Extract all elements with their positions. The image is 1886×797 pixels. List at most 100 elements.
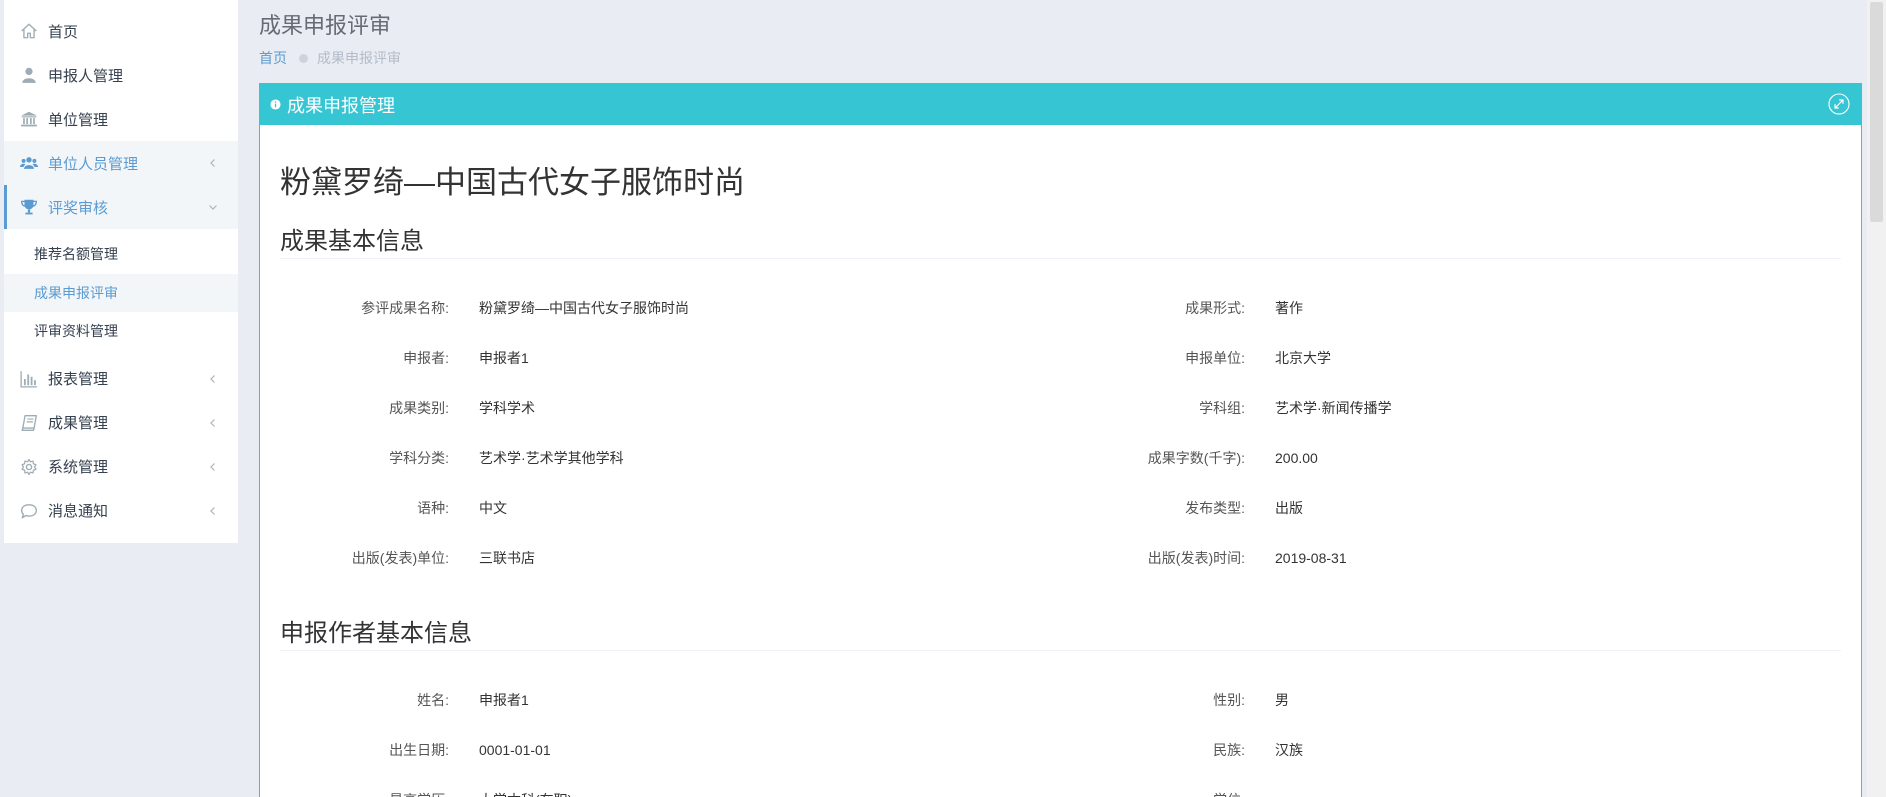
field-value: 200.00 xyxy=(1275,450,1318,466)
sidebar-subitem-achievement-review[interactable]: 成果申报评审 xyxy=(4,273,238,312)
sidebar-item-label: 单位管理 xyxy=(48,111,109,129)
book-icon xyxy=(20,414,38,432)
info-icon xyxy=(270,99,281,110)
sidebar-item-system[interactable]: 系统管理 xyxy=(4,445,238,489)
scrollbar-thumb[interactable] xyxy=(1870,2,1883,222)
info-row: 出生日期: 0001-01-01 民族: 汉族 xyxy=(260,725,1861,775)
chevron-left-icon xyxy=(208,374,218,384)
breadcrumb-current: 成果申报评审 xyxy=(317,50,401,66)
gear-icon xyxy=(20,458,38,476)
panel-body: 粉黛罗绮—中国古代女子服饰时尚 成果基本信息 参评成果名称: 粉黛罗绮—中国古代… xyxy=(260,125,1861,797)
sidebar-item-reports[interactable]: 报表管理 xyxy=(4,357,238,401)
field-value: 艺术学·艺术学其他学科 xyxy=(479,450,624,466)
field-label: 参评成果名称: xyxy=(361,300,449,316)
field-value: 学科学术 xyxy=(479,400,535,416)
bar-chart-icon xyxy=(20,370,38,388)
sidebar: 首页 申报人管理 单位管理 单位人员管理 评奖审核 推荐名额管理 成果申报评审 … xyxy=(4,0,238,543)
sidebar-item-applicant-management[interactable]: 申报人管理 xyxy=(4,53,238,97)
field-value: 男 xyxy=(1275,692,1289,708)
field-value: 汉族 xyxy=(1275,742,1303,758)
users-icon xyxy=(20,154,38,172)
basic-info-fields: 参评成果名称: 粉黛罗绮—中国古代女子服饰时尚 成果形式: 著作 申报者: 申报… xyxy=(260,283,1861,583)
field-label: 申报者: xyxy=(403,350,449,366)
sidebar-item-award-review[interactable]: 评奖审核 xyxy=(4,185,238,229)
field-value: 0001-01-01 xyxy=(479,742,551,758)
field-label: 学位: xyxy=(1045,775,1245,797)
sidebar-subitem-recommendation-quota[interactable]: 推荐名额管理 xyxy=(4,235,238,274)
info-row: 出版(发表)单位: 三联书店 出版(发表)时间: 2019-08-31 xyxy=(260,533,1861,583)
chevron-left-icon xyxy=(208,418,218,428)
info-row: 最高学历: 大学本科(在职) 学位: xyxy=(260,775,1861,797)
field-value: 北京大学 xyxy=(1275,350,1331,366)
field-label: 性别: xyxy=(1213,692,1245,708)
field-value: 申报者1 xyxy=(479,350,529,366)
chevron-left-icon xyxy=(208,158,218,168)
panel-title: 成果申报管理 xyxy=(287,95,395,116)
sidebar-item-unit-management[interactable]: 单位管理 xyxy=(4,97,238,141)
breadcrumb-home-link[interactable]: 首页 xyxy=(259,49,287,67)
user-icon xyxy=(20,66,38,84)
sidebar-item-label: 首页 xyxy=(48,23,79,41)
panel-header: 成果申报管理 xyxy=(260,84,1861,125)
sidebar-item-label: 报表管理 xyxy=(48,371,109,388)
sidebar-item-home[interactable]: 首页 xyxy=(4,9,238,53)
section-title-author-info: 申报作者基本信息 xyxy=(280,618,1841,651)
chevron-down-icon xyxy=(208,202,218,212)
sidebar-item-label: 申报人管理 xyxy=(48,67,124,85)
work-title: 粉黛罗绮—中国古代女子服饰时尚 xyxy=(280,165,745,200)
field-value: 大学本科(在职) xyxy=(479,775,572,797)
sidebar-subitem-label: 推荐名额管理 xyxy=(34,246,118,262)
breadcrumb: 首页 成果申报评审 xyxy=(259,49,401,67)
page-title: 成果申报评审 xyxy=(259,13,392,38)
award-review-submenu: 推荐名额管理 成果申报评审 评审资料管理 xyxy=(4,229,238,357)
sidebar-subitem-review-materials[interactable]: 评审资料管理 xyxy=(4,312,238,351)
sidebar-item-label: 成果管理 xyxy=(48,415,109,432)
achievement-panel: 成果申报管理 粉黛罗绮—中国古代女子服饰时尚 成果基本信息 参评成果名称: 粉黛… xyxy=(259,83,1862,797)
sidebar-item-unit-staff-management[interactable]: 单位人员管理 xyxy=(4,141,238,185)
sidebar-item-label: 评奖审核 xyxy=(48,199,109,217)
comment-icon xyxy=(20,502,38,520)
field-label: 发布类型: xyxy=(1185,500,1245,516)
field-label: 出生日期: xyxy=(389,742,449,758)
page-scrollbar[interactable] xyxy=(1867,0,1886,797)
field-value: 申报者1 xyxy=(479,692,529,708)
sidebar-subitem-label: 评审资料管理 xyxy=(34,323,118,339)
field-value: 出版 xyxy=(1275,500,1303,516)
info-row: 语种: 中文 发布类型: 出版 xyxy=(260,483,1861,533)
info-row: 成果类别: 学科学术 学科组: 艺术学·新闻传播学 xyxy=(260,383,1861,433)
trophy-icon xyxy=(20,198,38,216)
field-label: 学科组: xyxy=(1199,400,1245,416)
field-label: 申报单位: xyxy=(1185,350,1245,366)
home-icon xyxy=(20,22,38,40)
author-info-fields: 姓名: 申报者1 性别: 男 出生日期: 0001-01-01 民族: 汉族 最… xyxy=(260,675,1861,797)
chevron-left-icon xyxy=(208,462,218,472)
field-label: 语种: xyxy=(417,500,449,516)
sidebar-item-label: 系统管理 xyxy=(48,459,109,476)
sidebar-subitem-label: 成果申报评审 xyxy=(34,284,118,301)
field-value: 著作 xyxy=(1275,300,1303,316)
field-value: 三联书店 xyxy=(479,550,535,566)
field-label: 民族: xyxy=(1213,742,1245,758)
info-row: 参评成果名称: 粉黛罗绮—中国古代女子服饰时尚 成果形式: 著作 xyxy=(260,283,1861,333)
field-label: 成果字数(千字): xyxy=(1147,450,1245,466)
section-title-basic-info: 成果基本信息 xyxy=(280,226,1841,259)
field-label: 出版(发表)单位: xyxy=(351,550,449,566)
field-label: 成果形式: xyxy=(1185,300,1245,316)
field-label: 出版(发表)时间: xyxy=(1147,550,1245,566)
field-value: 2019-08-31 xyxy=(1275,550,1347,566)
sidebar-item-achievements[interactable]: 成果管理 xyxy=(4,401,238,445)
expand-icon[interactable] xyxy=(1828,93,1850,115)
field-label: 成果类别: xyxy=(389,400,449,416)
info-row: 学科分类: 艺术学·艺术学其他学科 成果字数(千字): 200.00 xyxy=(260,433,1861,483)
breadcrumb-separator-icon xyxy=(299,53,308,63)
field-value: 粉黛罗绮—中国古代女子服饰时尚 xyxy=(479,300,689,316)
info-row: 姓名: 申报者1 性别: 男 xyxy=(260,675,1861,725)
field-label: 姓名: xyxy=(417,692,449,708)
info-row: 申报者: 申报者1 申报单位: 北京大学 xyxy=(260,333,1861,383)
chevron-left-icon xyxy=(208,506,218,516)
field-value: 中文 xyxy=(479,500,507,516)
field-value: 艺术学·新闻传播学 xyxy=(1275,400,1392,416)
bank-icon xyxy=(20,110,38,128)
sidebar-item-messages[interactable]: 消息通知 xyxy=(4,489,238,533)
sidebar-item-label: 消息通知 xyxy=(48,503,109,520)
